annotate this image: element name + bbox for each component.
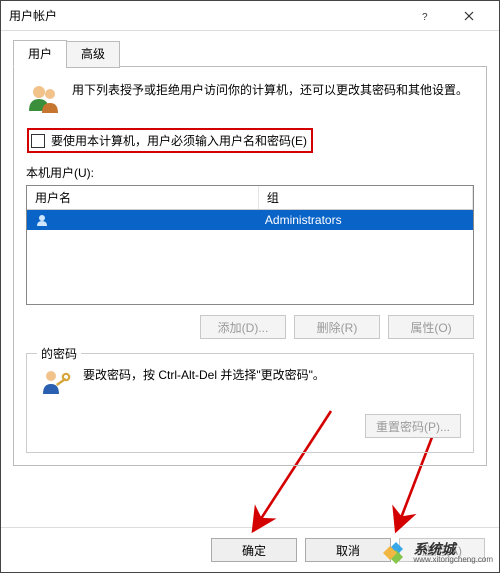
password-legend-text: 的密码 xyxy=(41,345,77,362)
reset-password-button[interactable]: 重置密码(P)... xyxy=(365,414,461,438)
remove-button[interactable]: 删除(R) xyxy=(294,315,380,339)
require-login-checkbox[interactable] xyxy=(31,134,45,148)
window-title: 用户帐户 xyxy=(9,7,57,24)
titlebar: 用户帐户 ? xyxy=(1,1,499,31)
tab-user[interactable]: 用户 xyxy=(13,40,67,67)
key-icon xyxy=(39,366,73,400)
col-group[interactable]: 组 xyxy=(259,186,473,209)
user-icon xyxy=(35,213,49,227)
password-text: 要改密码，按 Ctrl-Alt-Del 并选择"更改密码"。 xyxy=(83,366,325,385)
password-legend: 的密码 xyxy=(37,345,81,362)
row-group: Administrators xyxy=(265,213,342,227)
watermark-name: 系统城 xyxy=(413,542,493,556)
window-controls: ? xyxy=(403,1,491,30)
watermark-url: www.xitongcheng.com xyxy=(413,556,493,564)
watermark: 系统城 www.xitongcheng.com xyxy=(383,540,493,566)
add-button[interactable]: 添加(D)... xyxy=(200,315,286,339)
close-icon[interactable] xyxy=(447,1,491,30)
help-icon[interactable]: ? xyxy=(403,1,447,30)
watermark-logo-icon xyxy=(383,540,409,566)
cancel-button[interactable]: 取消 xyxy=(305,538,391,562)
tab-pane-user: 用下列表授予或拒绝用户访问你的计算机，还可以更改其密码和其他设置。 要使用本计算… xyxy=(13,66,487,466)
user-listbox[interactable]: 用户名 组 Administrators xyxy=(26,185,474,305)
properties-button[interactable]: 属性(O) xyxy=(388,315,474,339)
userlist-label: 本机用户(U): xyxy=(26,164,474,181)
intro-text: 用下列表授予或拒绝用户访问你的计算机，还可以更改其密码和其他设置。 xyxy=(72,81,468,100)
require-login-label: 要使用本计算机，用户必须输入用户名和密码(E) xyxy=(51,132,307,149)
col-username[interactable]: 用户名 xyxy=(27,186,259,209)
list-header: 用户名 组 xyxy=(27,186,473,210)
password-groupbox: 的密码 要改密码，按 Ctrl-Alt-Del 并选择"更改密码"。 重置密码(… xyxy=(26,353,474,453)
users-icon xyxy=(26,81,62,117)
tab-advanced[interactable]: 高级 xyxy=(66,41,120,68)
list-item[interactable]: Administrators xyxy=(27,210,473,230)
ok-button[interactable]: 确定 xyxy=(211,538,297,562)
tab-strip: 用户 高级 xyxy=(13,39,487,66)
svg-text:?: ? xyxy=(422,12,428,21)
highlight-box: 要使用本计算机，用户必须输入用户名和密码(E) xyxy=(27,128,313,153)
